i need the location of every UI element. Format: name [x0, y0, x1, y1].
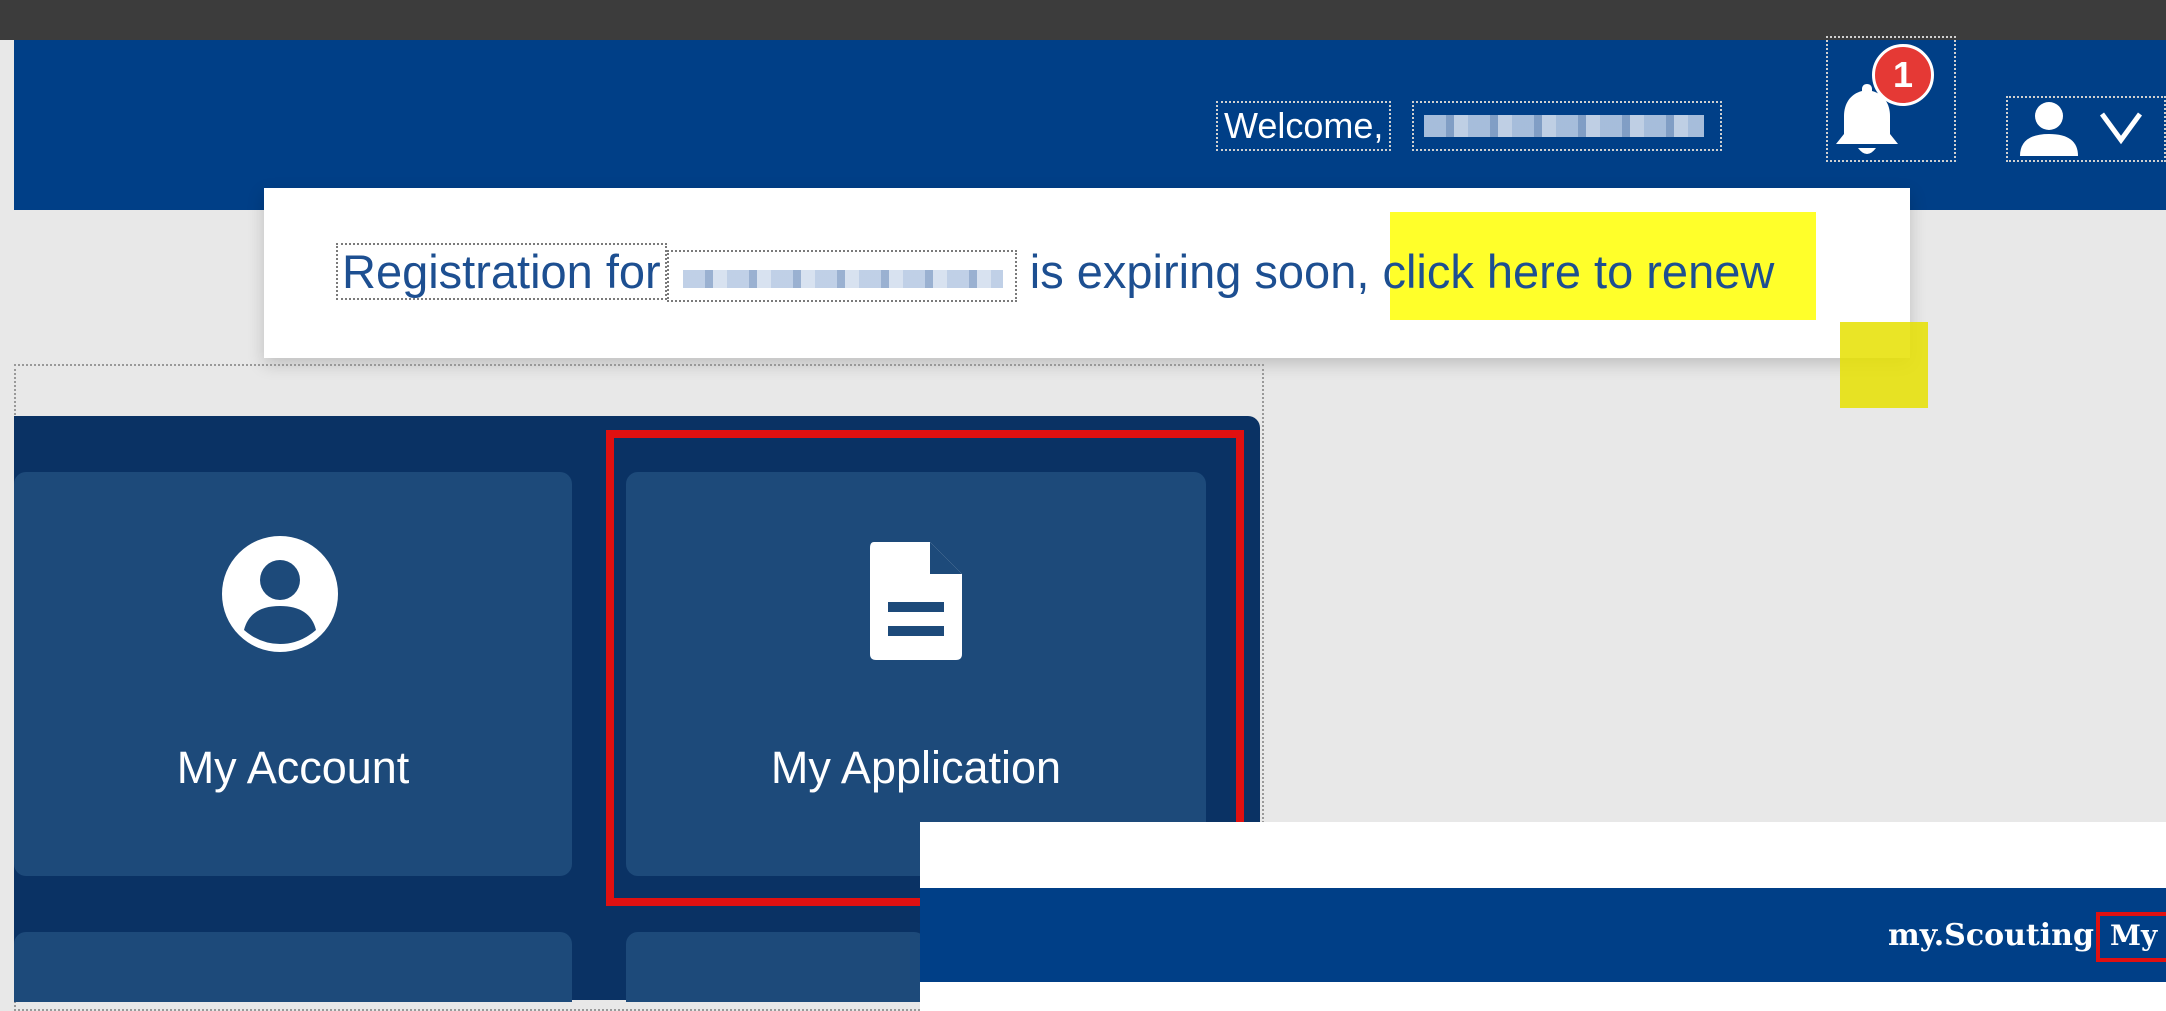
alert-prefix: Registration for — [336, 243, 667, 300]
browser-top-strip — [0, 0, 2166, 40]
inset-brand-label: my.Scouting — [1888, 918, 2094, 953]
registration-alert-text: Registration for is expiring soon, click… — [336, 243, 1774, 302]
user-icon — [2020, 102, 2078, 156]
user-circle-icon — [222, 536, 338, 652]
notification-badge: 1 — [1872, 44, 1934, 106]
tile-partial[interactable] — [14, 932, 572, 1002]
annotation-highlight-marker — [1840, 322, 1928, 408]
tile-label: My Account — [176, 742, 410, 793]
chevron-down-icon — [2099, 112, 2143, 145]
alert-middle: is expiring soon — [1029, 245, 1357, 298]
tile-partial[interactable] — [626, 932, 926, 1002]
registrant-name-redacted — [666, 249, 1017, 302]
user-name-redacted — [1412, 101, 1722, 151]
renew-link[interactable]: , click here to renew — [1356, 245, 1774, 298]
my-account-tile[interactable]: My Account — [14, 472, 572, 876]
welcome-text: Welcome, — [1216, 101, 1392, 151]
inset-menu-link[interactable]: My Applications — [2096, 912, 2166, 962]
